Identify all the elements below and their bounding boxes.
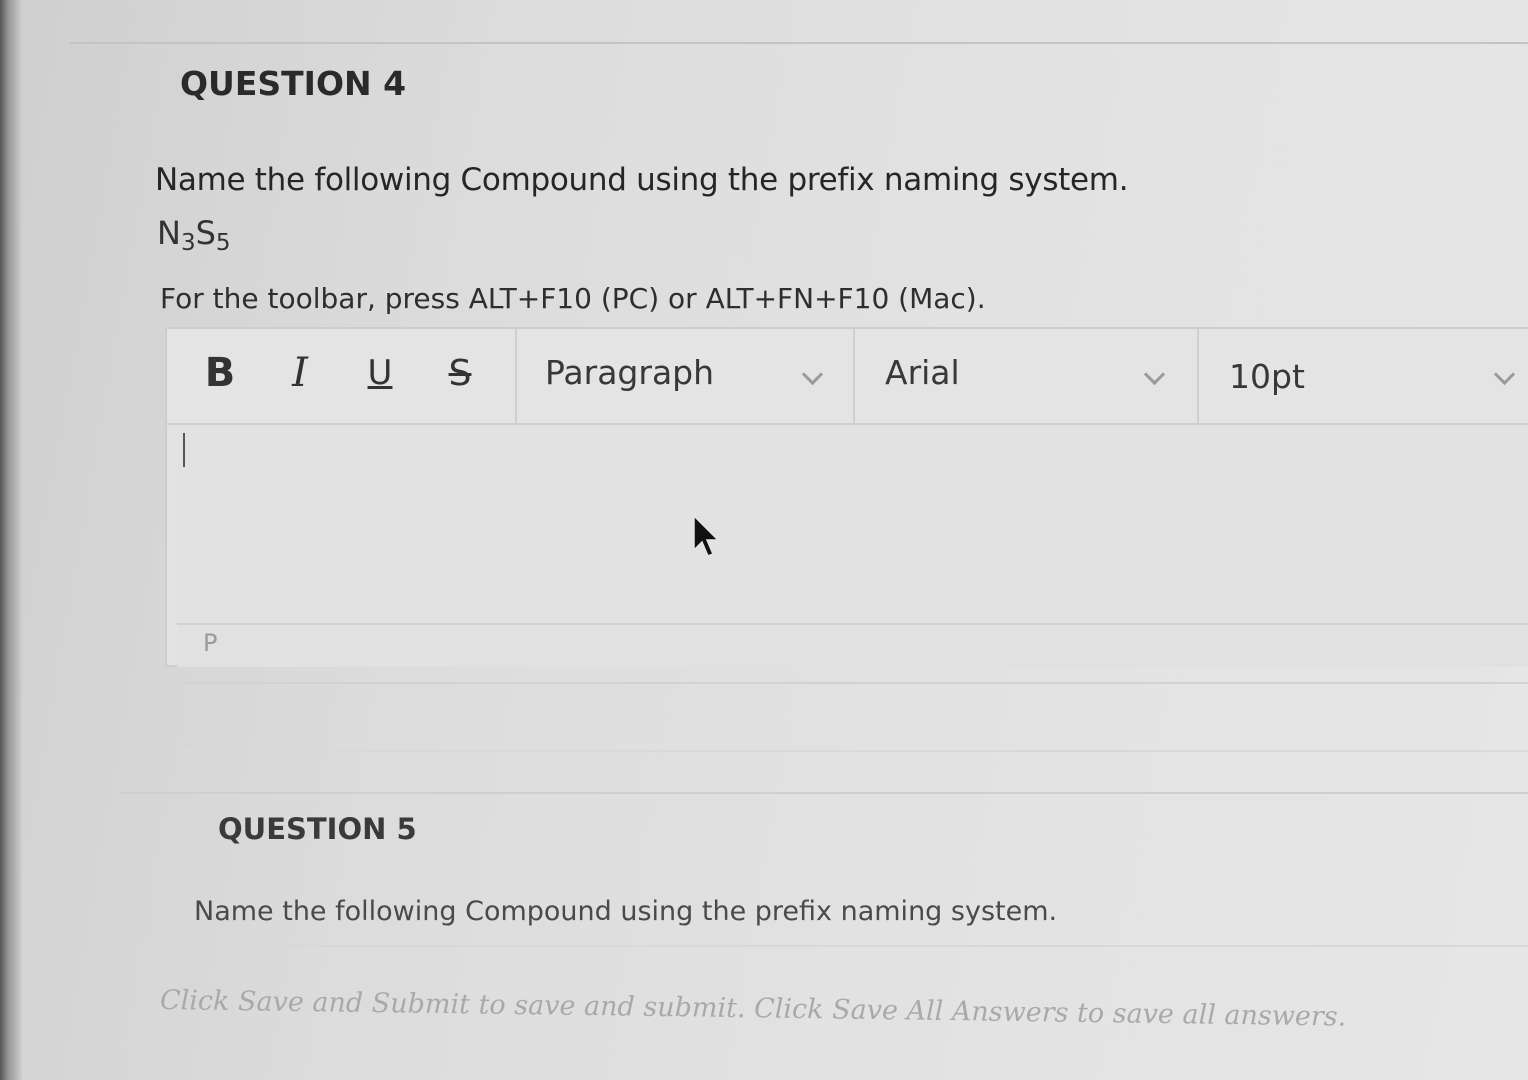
chemical-formula: N3S5 <box>157 214 231 256</box>
question-divider <box>120 792 1528 794</box>
formula-element-1: N <box>157 214 181 252</box>
text-caret <box>183 433 185 467</box>
block-format-select[interactable]: Paragraph <box>515 329 855 423</box>
bold-button[interactable]: B <box>195 345 245 401</box>
font-family-value: Arial <box>885 353 960 392</box>
question-4-heading: QUESTION 4 <box>180 64 407 103</box>
mouse-pointer-icon <box>693 514 720 557</box>
screen-edge-shadow <box>0 0 22 1080</box>
editor-status-bar: P <box>177 623 1528 667</box>
answer-text-area[interactable] <box>177 425 1528 625</box>
editor-toolbar: B I U S Paragraph Arial 10pt <box>167 329 1528 425</box>
chevron-down-icon <box>1493 363 1516 386</box>
question-5-heading: QUESTION 5 <box>218 812 417 846</box>
divider <box>180 750 1528 752</box>
chevron-down-icon <box>1143 363 1166 386</box>
divider <box>180 682 1528 684</box>
font-size-select[interactable]: 10pt <box>1197 329 1528 423</box>
underline-button[interactable]: U <box>355 345 405 401</box>
rich-text-editor: B I U S Paragraph Arial 10pt P <box>165 327 1528 667</box>
format-button-group: B I U S <box>167 329 517 423</box>
formula-subscript-1: 3 <box>180 230 196 256</box>
divider <box>130 945 1528 947</box>
formula-element-2: S <box>195 214 216 252</box>
font-family-select[interactable]: Arial <box>853 329 1199 423</box>
chevron-down-icon <box>801 363 824 386</box>
font-size-value: 10pt <box>1229 357 1305 396</box>
toolbar-hint: For the toolbar, press ALT+F10 (PC) or A… <box>160 282 986 315</box>
strikethrough-button[interactable]: S <box>435 345 485 401</box>
question-5-prompt: Name the following Compound using the pr… <box>194 896 1058 927</box>
italic-button[interactable]: I <box>275 345 325 401</box>
top-divider <box>70 42 1528 44</box>
question-4-prompt: Name the following Compound using the pr… <box>155 162 1129 198</box>
block-format-value: Paragraph <box>545 353 715 392</box>
element-path-label[interactable]: P <box>203 629 217 657</box>
save-instructions: Click Save and Submit to save and submit… <box>159 985 1347 1033</box>
formula-subscript-2: 5 <box>215 230 231 256</box>
